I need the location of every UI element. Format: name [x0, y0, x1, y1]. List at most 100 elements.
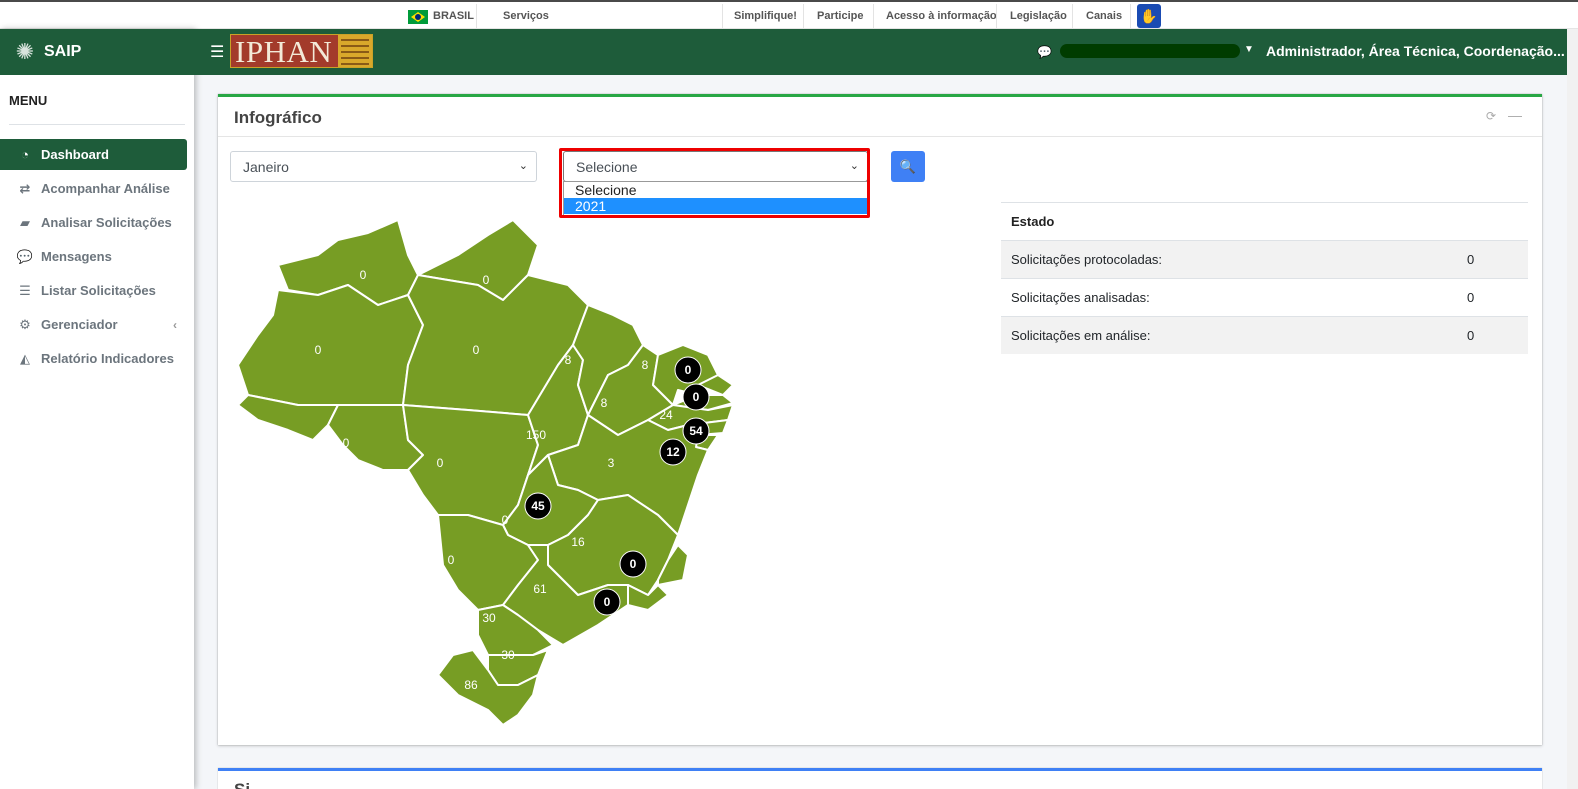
map-label-PI: 8: [601, 396, 608, 410]
stats-row-label: Solicitações analisadas:: [1011, 290, 1150, 305]
chat-icon: 💬: [16, 248, 34, 264]
map-label-RR: 0: [360, 268, 367, 282]
map-state-SC[interactable]: [487, 649, 549, 686]
stats-header-label: Estado: [1011, 214, 1055, 229]
gov-link-canais[interactable]: Canais: [1086, 10, 1122, 22]
search-button[interactable]: 🔍: [891, 151, 925, 182]
sidebar-item-relatorio[interactable]: ◭ Relatório Indicadores: [0, 343, 187, 374]
card-header: Infográfico ⟳ —: [218, 97, 1542, 137]
cogs-icon: ⚙: [19, 316, 31, 332]
map-label-CE: 8: [642, 358, 649, 372]
sidebar-item-dashboard[interactable]: ◔ Dashboard: [0, 139, 187, 170]
gov-top-bar: BRASIL Serviços Simplifique! Participe A…: [0, 0, 1578, 29]
svg-text:54: 54: [689, 424, 703, 438]
map-badge-RN[interactable]: 0: [674, 356, 702, 384]
map-badge-DF[interactable]: 45: [524, 492, 552, 520]
card-title: Infográfico: [234, 108, 322, 127]
map-label-MS: 0: [448, 553, 455, 567]
iphan-logo-emblem: [338, 35, 372, 67]
table-row: Solicitações protocoladas: 0: [1001, 240, 1528, 278]
gov-services-link[interactable]: Serviços: [503, 10, 549, 22]
map-state-AM[interactable]: [237, 284, 424, 406]
gov-link-acesso[interactable]: Acesso à informação: [886, 10, 997, 22]
chevron-down-icon: ⌄: [518, 160, 528, 172]
map-label-SC: 30: [501, 648, 515, 662]
table-row: Solicitações em análise: 0: [1001, 316, 1528, 354]
map-label-PE: 24: [659, 408, 673, 422]
year-select[interactable]: Selecione ⌄: [563, 151, 868, 182]
book-icon: ▰: [20, 214, 30, 230]
sidebar-item-acompanhar[interactable]: ⇄ Acompanhar Análise: [0, 173, 187, 204]
secondary-card: Si...: [218, 768, 1542, 789]
map-label-MA: 8: [565, 353, 572, 367]
refresh-icon[interactable]: ⟳: [1486, 109, 1496, 123]
gov-link-legislacao[interactable]: Legislação: [1010, 10, 1067, 22]
svg-text:0: 0: [685, 363, 692, 377]
map-label-MG: 16: [571, 535, 585, 549]
map-label-PA: 0: [473, 343, 480, 357]
map-badge-SE[interactable]: 12: [659, 438, 687, 466]
year-dropdown-list: Selecione 2021: [563, 181, 868, 216]
stats-row-value: 0: [1467, 290, 1475, 305]
page-scrollbar[interactable]: [1567, 29, 1578, 789]
dashboard-icon: ◔: [21, 147, 29, 162]
sidebar-item-gerenciador[interactable]: ⚙ Gerenciador ‹: [0, 309, 187, 340]
search-icon: 🔍: [899, 158, 917, 174]
map-badge-RJ[interactable]: 0: [593, 588, 621, 616]
map-badge-PB[interactable]: 0: [682, 383, 710, 411]
map-badge-ES[interactable]: 0: [619, 550, 647, 578]
year-option-2021[interactable]: 2021: [564, 198, 867, 214]
map-label-MT: 0: [437, 456, 444, 470]
map-label-BA: 3: [608, 456, 615, 470]
month-select-value: Janeiro: [243, 159, 289, 175]
sidebar-item-listar[interactable]: ☰ Listar Solicitações: [0, 275, 187, 306]
menu-title: MENU: [9, 93, 185, 125]
gov-link-simplifique[interactable]: Simplifique!: [734, 10, 797, 22]
exchange-icon: ⇄: [19, 180, 31, 196]
year-option-selecione[interactable]: Selecione: [564, 182, 867, 198]
iphan-logo[interactable]: IPHAN: [230, 34, 373, 68]
user-role[interactable]: Administrador, Área Técnica, Coordenação…: [1266, 43, 1565, 59]
chevron-left-icon: ‹: [173, 317, 177, 332]
sidebar-item-label: Relatório Indicadores: [41, 351, 174, 366]
table-row: Solicitações analisadas: 0: [1001, 278, 1528, 316]
brand-name: SAIP: [44, 43, 82, 60]
map-label-RS: 86: [464, 678, 478, 692]
infographic-card: Infográfico ⟳ — Janeiro ⌄ Selecione ⌄ Se…: [218, 94, 1542, 745]
collapse-icon[interactable]: —: [1508, 107, 1522, 123]
svg-text:0: 0: [693, 390, 700, 404]
sidebar-item-label: Gerenciador: [41, 317, 118, 332]
gov-link-participe[interactable]: Participe: [817, 10, 863, 22]
hamburger-menu-icon[interactable]: ☰: [210, 42, 224, 62]
stats-row-label: Solicitações protocoladas:: [1011, 252, 1163, 267]
sidebar-item-label: Dashboard: [41, 147, 109, 162]
stats-row-label: Solicitações em análise:: [1011, 328, 1151, 343]
map-label-SP: 61: [533, 582, 547, 596]
map-badge-AL[interactable]: 54: [682, 417, 710, 445]
brand[interactable]: ✺ SAIP: [0, 29, 194, 75]
sidebar-item-mensagens[interactable]: 💬 Mensagens: [0, 241, 187, 272]
caret-down-icon[interactable]: ▼: [1244, 44, 1254, 55]
user-name-redacted[interactable]: [1060, 44, 1240, 58]
secondary-card-title: Si...: [234, 780, 264, 789]
gov-country-link[interactable]: BRASIL: [433, 10, 474, 22]
accessibility-icon[interactable]: ✋: [1137, 4, 1161, 28]
list-icon: ☰: [19, 282, 31, 298]
year-select-value: Selecione: [576, 159, 638, 175]
iphan-logo-text: IPHAN: [235, 34, 333, 69]
sidebar-item-analisar[interactable]: ▰ Analisar Solicitações: [0, 207, 187, 238]
month-select[interactable]: Janeiro ⌄: [230, 151, 537, 182]
brazil-flag-icon[interactable]: [408, 10, 428, 24]
map-label-AP: 0: [483, 273, 490, 287]
stats-table: Estado Solicitações protocoladas: 0 Soli…: [1001, 202, 1528, 354]
svg-text:0: 0: [604, 595, 611, 609]
sidebar-item-label: Acompanhar Análise: [41, 181, 170, 196]
messages-icon[interactable]: 💬: [1037, 45, 1052, 59]
stats-row-value: 0: [1467, 252, 1475, 267]
map-label-AM: 0: [315, 343, 322, 357]
sidebar-item-label: Analisar Solicitações: [41, 215, 172, 230]
svg-text:12: 12: [666, 445, 680, 459]
chevron-down-icon: ⌄: [849, 160, 859, 172]
svg-text:0: 0: [630, 557, 637, 571]
map-label-AC: 0: [263, 423, 270, 437]
